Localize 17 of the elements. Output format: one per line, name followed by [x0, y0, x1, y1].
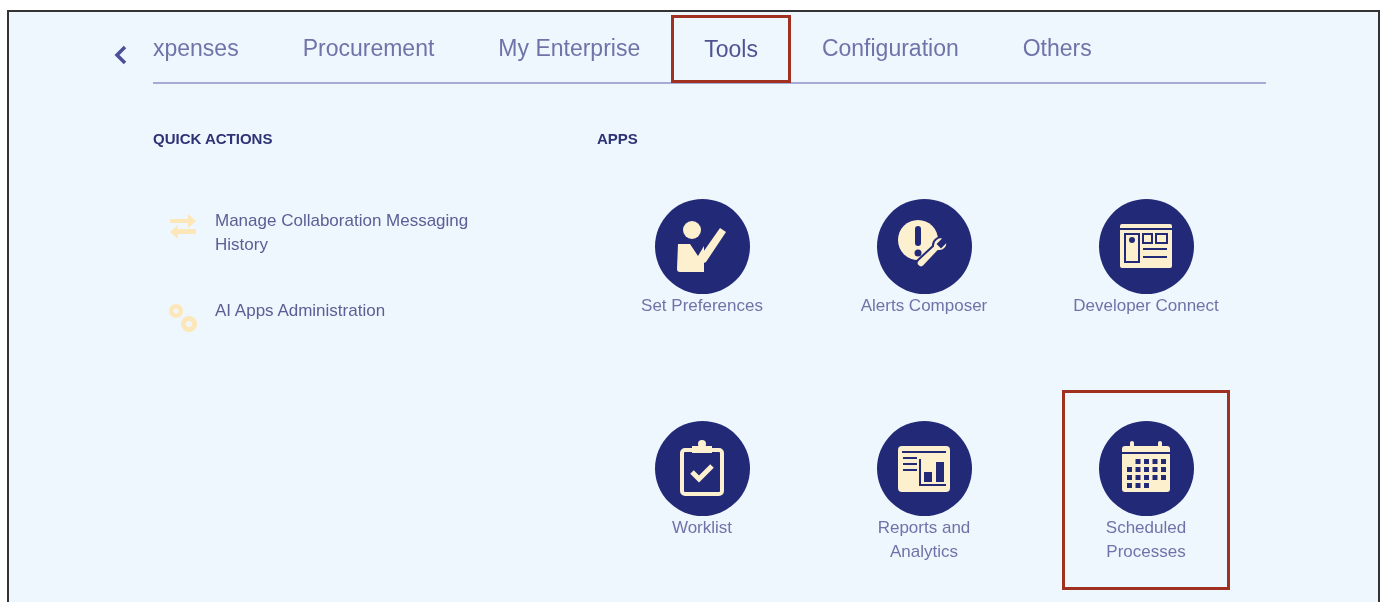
nav-tab[interactable]: My Enterprise: [498, 14, 641, 82]
app-tile[interactable]: Scheduled Processes: [1062, 389, 1230, 590]
section-heading: APPS: [596, 129, 639, 149]
app-tile[interactable]: Set Preferences: [618, 198, 786, 369]
app-tile[interactable]: Alerts Composer: [840, 198, 1008, 369]
section-heading: QUICK ACTIONS: [153, 129, 274, 149]
quick-action-link[interactable]: AI Apps Administration: [153, 298, 591, 335]
chevron-left-icon: [114, 45, 128, 65]
app-tile[interactable]: Reports and Analytics: [840, 420, 1008, 591]
nav-tab[interactable]: Procurement: [302, 14, 435, 82]
nav-tab[interactable]: Configuration: [821, 14, 959, 82]
quick-action-link[interactable]: Manage Collaboration Messaging History: [153, 208, 591, 257]
nav-tab[interactable]: Others: [1022, 14, 1092, 82]
nav-tab[interactable]: Tools: [671, 15, 791, 83]
app-tile[interactable]: Worklist: [618, 420, 786, 591]
nav-tab[interactable]: xpenses: [153, 14, 239, 82]
app-tile[interactable]: Developer Connect: [1062, 198, 1230, 369]
